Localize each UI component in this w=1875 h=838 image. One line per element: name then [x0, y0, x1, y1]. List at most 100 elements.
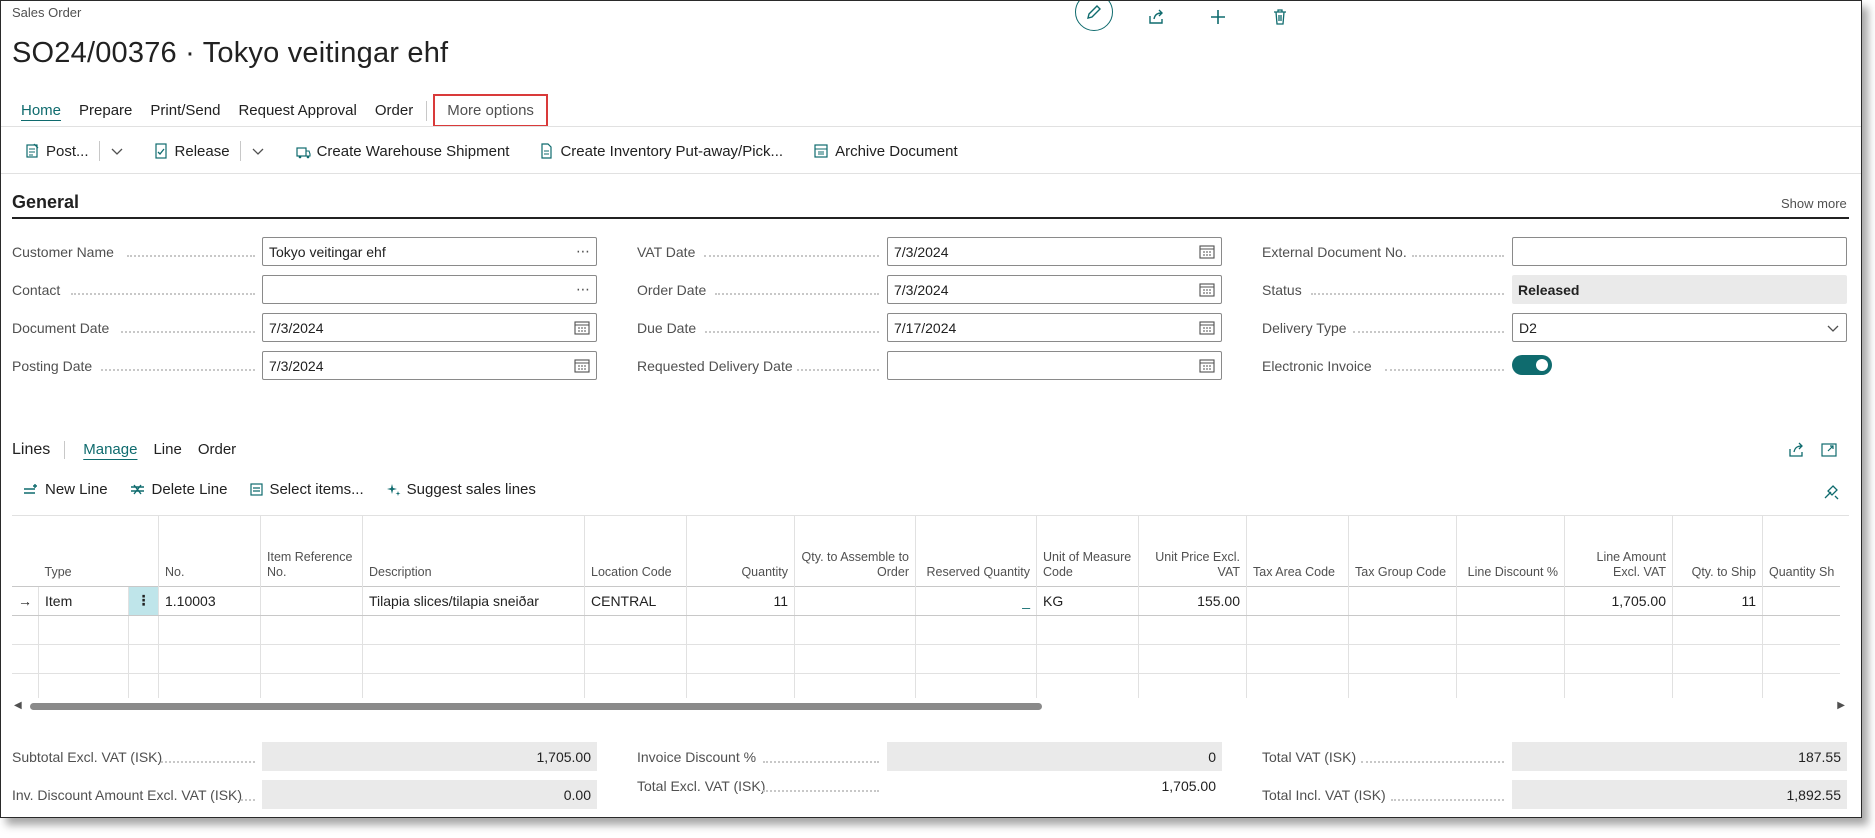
- calendar-icon[interactable]: [574, 358, 590, 373]
- post-dropdown-chevron-down-icon[interactable]: [104, 144, 130, 158]
- menu-request-approval[interactable]: Request Approval: [229, 98, 365, 123]
- create-inventory-putaway-pick-button[interactable]: Create Inventory Put-away/Pick...: [533, 141, 789, 162]
- col-type[interactable]: Type: [39, 516, 129, 586]
- chevron-down-icon[interactable]: [1826, 323, 1840, 333]
- calendar-icon[interactable]: [1199, 244, 1215, 259]
- cell-qty-to-assemble[interactable]: [794, 585, 916, 616]
- scroll-thumb[interactable]: [30, 703, 1042, 710]
- cell-item-reference-no[interactable]: [260, 585, 363, 616]
- posting-date-field[interactable]: 7/3/2024: [262, 351, 597, 380]
- cell-quantity[interactable]: 11: [686, 585, 795, 616]
- horizontal-scrollbar[interactable]: ◀ ▶: [12, 699, 1849, 713]
- cell-line-amount[interactable]: 1,705.00: [1564, 585, 1673, 616]
- col-line-amount-excl-vat[interactable]: Line Amount Excl. VAT: [1564, 516, 1673, 586]
- show-more-link[interactable]: Show more: [1781, 196, 1847, 211]
- menu-print-send[interactable]: Print/Send: [141, 98, 229, 123]
- action-menu-bar: Home Prepare Print/Send Request Approval…: [12, 94, 548, 127]
- subtotal-label: Subtotal Excl. VAT (ISK): [12, 749, 163, 765]
- electronic-invoice-toggle[interactable]: [1512, 355, 1552, 375]
- new-line-label: New Line: [45, 481, 108, 498]
- new-line-button[interactable]: New Line: [23, 481, 108, 498]
- col-tax-group-code[interactable]: Tax Group Code: [1348, 516, 1457, 586]
- more-options-button[interactable]: More options: [433, 94, 548, 127]
- col-no[interactable]: No.: [158, 516, 261, 586]
- share-icon[interactable]: [1787, 441, 1805, 464]
- delete-icon[interactable]: [1261, 1, 1299, 33]
- row-actions-ellipsis-icon[interactable]: ⋮: [128, 585, 159, 616]
- cell-description[interactable]: Tilapia slices/tilapia sneiðar: [362, 585, 585, 616]
- col-quantity-shipped[interactable]: Quantity Sh: [1762, 516, 1841, 586]
- cell-line-discount[interactable]: [1456, 585, 1565, 616]
- customer-name-field[interactable]: Tokyo veitingar ehf ⋯: [262, 237, 597, 266]
- col-qty-to-assemble[interactable]: Qty. to Assemble to Order: [794, 516, 916, 586]
- requested-delivery-date-field[interactable]: [887, 351, 1222, 380]
- lines-header: Lines Manage Line Order: [12, 439, 244, 460]
- cell-reserved-quantity[interactable]: _: [915, 585, 1037, 616]
- suggest-sales-lines-button[interactable]: Suggest sales lines: [386, 481, 536, 498]
- table-row[interactable]: → Item ⋮ 1.10003 Tilapia slices/tilapia …: [12, 585, 1841, 616]
- due-date-label: Due Date: [637, 320, 697, 336]
- lines-tab-manage[interactable]: Manage: [75, 439, 145, 460]
- inv-discount-amount-field[interactable]: 0.00: [262, 780, 597, 809]
- calendar-icon[interactable]: [1199, 358, 1215, 373]
- cell-tax-group-code[interactable]: [1348, 585, 1457, 616]
- status-value-box: Released: [1512, 275, 1847, 304]
- lines-title[interactable]: Lines: [12, 440, 66, 459]
- delete-line-button[interactable]: Delete Line: [130, 481, 227, 498]
- cell-location-code[interactable]: CENTRAL: [584, 585, 687, 616]
- ellipsis-icon[interactable]: ⋯: [576, 243, 590, 260]
- calendar-icon[interactable]: [574, 320, 590, 335]
- col-unit-of-measure-code[interactable]: Unit of Measure Code: [1036, 516, 1139, 586]
- lines-tab-order[interactable]: Order: [190, 439, 244, 460]
- general-section-title[interactable]: General: [12, 192, 79, 213]
- cell-quantity-shipped[interactable]: [1762, 585, 1841, 616]
- contact-field[interactable]: ⋯: [262, 275, 597, 304]
- col-item-reference-no[interactable]: Item Reference No.: [260, 516, 363, 586]
- archive-document-button[interactable]: Archive Document: [807, 141, 964, 162]
- scroll-right-icon[interactable]: ▶: [1837, 700, 1845, 711]
- col-line-discount[interactable]: Line Discount %: [1456, 516, 1565, 586]
- create-warehouse-shipment-button[interactable]: Create Warehouse Shipment: [289, 141, 516, 162]
- release-dropdown-chevron-down-icon[interactable]: [245, 144, 271, 158]
- leader-dots: [121, 331, 255, 333]
- menu-prepare[interactable]: Prepare: [70, 98, 141, 123]
- release-button[interactable]: Release: [148, 141, 236, 162]
- ellipsis-icon[interactable]: ⋯: [576, 281, 590, 298]
- edit-icon[interactable]: [1075, 1, 1113, 31]
- share-icon[interactable]: [1137, 1, 1175, 33]
- table-row[interactable]: [12, 643, 1841, 673]
- select-items-button[interactable]: Select items...: [249, 481, 364, 498]
- due-date-field[interactable]: 7/17/2024: [887, 313, 1222, 342]
- col-unit-price-excl-vat[interactable]: Unit Price Excl. VAT: [1138, 516, 1247, 586]
- personalize-icon[interactable]: [1822, 483, 1840, 506]
- col-quantity[interactable]: Quantity: [686, 516, 795, 586]
- cell-type[interactable]: Item: [38, 585, 129, 616]
- vat-date-field[interactable]: 7/3/2024: [887, 237, 1222, 266]
- col-description[interactable]: Description: [362, 516, 585, 586]
- delivery-type-select[interactable]: D2: [1512, 313, 1847, 342]
- scroll-left-icon[interactable]: ◀: [14, 700, 22, 711]
- menu-order[interactable]: Order: [366, 98, 422, 123]
- calendar-icon[interactable]: [1199, 320, 1215, 335]
- col-reserved-quantity[interactable]: Reserved Quantity: [915, 516, 1037, 586]
- document-date-field[interactable]: 7/3/2024: [262, 313, 597, 342]
- cell-tax-area-code[interactable]: [1246, 585, 1349, 616]
- cell-no[interactable]: 1.10003: [158, 585, 261, 616]
- post-button[interactable]: Post...: [19, 141, 95, 162]
- order-date-field[interactable]: 7/3/2024: [887, 275, 1222, 304]
- cell-unit-of-measure-code[interactable]: KG: [1036, 585, 1139, 616]
- menu-home[interactable]: Home: [12, 98, 70, 123]
- col-tax-area-code[interactable]: Tax Area Code: [1246, 516, 1349, 586]
- add-icon[interactable]: [1199, 1, 1237, 33]
- lines-tab-line[interactable]: Line: [145, 439, 189, 460]
- calendar-icon[interactable]: [1199, 282, 1215, 297]
- cell-unit-price[interactable]: 155.00: [1138, 585, 1247, 616]
- col-location-code[interactable]: Location Code: [584, 516, 687, 586]
- table-row[interactable]: [12, 672, 1841, 698]
- table-row[interactable]: [12, 614, 1841, 644]
- expand-icon[interactable]: [1820, 441, 1838, 464]
- cell-qty-to-ship[interactable]: 11: [1672, 585, 1763, 616]
- col-qty-to-ship[interactable]: Qty. to Ship: [1672, 516, 1763, 586]
- invoice-discount-pct-field[interactable]: 0: [887, 742, 1222, 771]
- external-document-no-field[interactable]: [1512, 237, 1847, 266]
